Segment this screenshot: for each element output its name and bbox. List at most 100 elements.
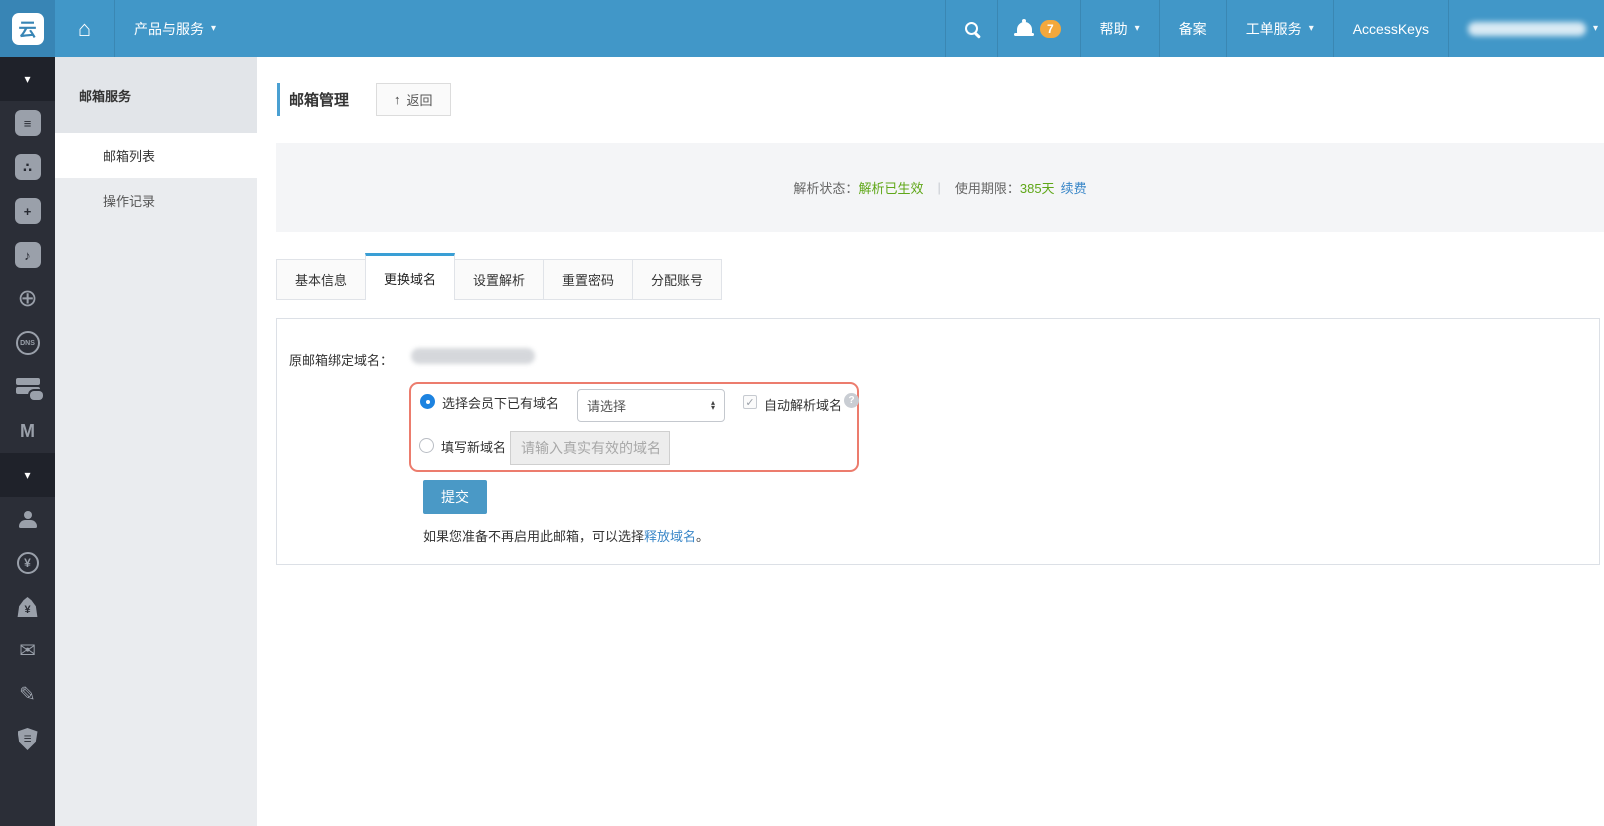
beian-label: 备案 — [1178, 20, 1207, 37]
sidebar-item-messages[interactable]: ✉ — [0, 629, 55, 673]
sidebar-group-toggle-2[interactable]: ▾ — [0, 453, 55, 497]
sidebar-item-funds[interactable]: ¥ — [0, 585, 55, 629]
top-navbar: 云 ⌂ 产品与服务 ▾ 7 帮助 ▾ 备案 工单服务 ▾ AccessKeys — [0, 0, 1604, 57]
blurred-account-name — [1467, 21, 1586, 36]
tab-assign-account[interactable]: 分配账号 — [632, 259, 722, 300]
sidebar-item-storage[interactable] — [0, 365, 55, 409]
product-icon-sidebar: ▾ ≡ ∴ + ♪ ⊕ DNS M ▾ ¥ ¥ ✉ ✎ ☰ — [0, 57, 55, 826]
sidebar-item-scaling[interactable]: + — [0, 189, 55, 233]
sidebar-item-billing[interactable]: ¥ — [0, 541, 55, 585]
accesskeys-label: AccessKeys — [1352, 20, 1429, 37]
cloud-logo-icon: 云 — [11, 12, 44, 45]
blurred-domain-value — [411, 348, 535, 364]
help-question-icon[interactable]: ? — [844, 393, 859, 408]
yuan-icon: ¥ — [16, 552, 39, 574]
domain-select-value: 请选择 — [587, 399, 627, 414]
back-button-label: 返回 — [406, 93, 433, 108]
products-menu-label: 产品与服务 — [134, 20, 204, 37]
home-button[interactable]: ⌂ — [55, 0, 115, 57]
notification-badge: 7 — [1039, 19, 1061, 38]
radio-existing-domain[interactable] — [420, 394, 435, 409]
pencil-icon: ✎ — [19, 684, 36, 706]
user-icon — [18, 510, 37, 528]
brand-logo[interactable]: 云 — [0, 0, 55, 57]
tab-set-resolution[interactable]: 设置解析 — [454, 259, 544, 300]
sidebar-item-network[interactable]: ⊕ — [0, 277, 55, 321]
search-button[interactable] — [944, 0, 997, 57]
chevron-down-icon: ▾ — [24, 72, 31, 86]
secondary-sidebar: 邮箱服务 邮箱列表 操作记录 — [55, 57, 257, 826]
chevron-down-icon: ▾ — [1134, 23, 1140, 34]
tab-bar: 基本信息 更换域名 设置解析 重置密码 分配账号 — [276, 253, 722, 300]
bound-domain-label: 原邮箱绑定域名： — [289, 353, 394, 368]
submit-button[interactable]: 提交 — [423, 480, 487, 514]
hint-text-after: 。 — [696, 529, 710, 544]
renew-link[interactable]: 续费 — [1061, 178, 1087, 197]
sidebar-item-console[interactable]: ≡ — [0, 101, 55, 145]
account-menu[interactable]: ▾ — [1447, 0, 1604, 57]
sidebar-item-mailbox-list[interactable]: 邮箱列表 — [55, 133, 257, 178]
new-domain-input[interactable] — [510, 431, 670, 465]
help-menu-label: 帮助 — [1099, 20, 1128, 37]
search-icon — [964, 22, 978, 35]
release-domain-link[interactable]: 释放域名 — [644, 529, 696, 544]
tab-basic-info[interactable]: 基本信息 — [276, 259, 366, 300]
sidebar-section-header: 邮箱服务 — [55, 57, 257, 133]
sidebar-item-account[interactable] — [0, 497, 55, 541]
sidebar-item-m-product[interactable]: M — [0, 409, 55, 453]
sidebar-item-operation-log[interactable]: 操作记录 — [55, 178, 257, 223]
media-icon: ♪ — [14, 242, 41, 268]
scaling-icon: + — [14, 198, 41, 224]
moneybag-icon: ¥ — [17, 597, 38, 617]
status-bar: 解析状态： 解析已生效 | 使用期限： 385天 续费 — [276, 143, 1604, 232]
account-chevron-icon: ▾ — [1592, 23, 1598, 34]
radio-existing-domain-label: 选择会员下已有域名 — [442, 396, 560, 411]
home-icon: ⌂ — [77, 15, 92, 41]
auto-resolve-label: 自动解析域名 — [764, 398, 843, 413]
notifications-button[interactable]: 7 — [996, 0, 1080, 57]
sidebar-item-security[interactable]: ☰ — [0, 717, 55, 761]
radio-new-domain[interactable] — [419, 438, 434, 453]
sidebar-item-media[interactable]: ♪ — [0, 233, 55, 277]
shield-icon: ☰ — [17, 728, 38, 750]
storage-icon — [15, 378, 43, 400]
status-divider: | — [937, 180, 941, 195]
chevron-down-icon: ▾ — [1308, 23, 1314, 34]
sidebar-group-toggle-1[interactable]: ▾ — [0, 57, 55, 101]
usage-period-label: 使用期限： — [954, 181, 1020, 196]
navbar-right-group: 7 帮助 ▾ 备案 工单服务 ▾ AccessKeys ▾ — [944, 0, 1604, 57]
ticket-service-menu[interactable]: 工单服务 ▾ — [1225, 0, 1333, 57]
beian-link[interactable]: 备案 — [1158, 0, 1226, 57]
globe-icon: ⊕ — [17, 285, 38, 312]
sidebar-item-dns[interactable]: DNS — [0, 321, 55, 365]
radio-new-domain-label: 填写新域名 — [441, 440, 507, 455]
dns-icon: DNS — [15, 331, 40, 355]
accesskeys-link[interactable]: AccessKeys — [1332, 0, 1448, 57]
change-domain-panel: 原邮箱绑定域名： 选择会员下已有域名 请选择 ▴ ▾ ✓ 自动解析域名 ? 填写新… — [276, 318, 1600, 565]
chevron-down-icon: ▾ — [24, 468, 31, 482]
m-product-icon: M — [20, 420, 35, 441]
back-button[interactable]: ↑ 返回 — [376, 83, 451, 116]
page-header: 邮箱管理 ↑ 返回 — [277, 83, 451, 116]
sidebar-item-api[interactable]: ∴ — [0, 145, 55, 189]
select-updown-icon: ▴ ▾ — [710, 397, 715, 412]
bell-icon — [1014, 18, 1035, 36]
share-nodes-icon: ∴ — [14, 154, 41, 180]
check-icon: ✓ — [745, 396, 755, 409]
usage-period-value: 385天 — [1019, 181, 1055, 196]
hint-text-before: 如果您准备不再启用此邮箱，可以选择 — [423, 529, 645, 544]
chevron-down-icon: ▾ — [211, 23, 217, 34]
sidebar-item-edit[interactable]: ✎ — [0, 673, 55, 717]
auto-resolve-checkbox[interactable]: ✓ — [743, 395, 757, 409]
help-menu[interactable]: 帮助 ▾ — [1079, 0, 1159, 57]
products-menu[interactable]: 产品与服务 ▾ — [115, 0, 235, 57]
resolve-status-label: 解析状态： — [793, 181, 859, 196]
tab-reset-password[interactable]: 重置密码 — [543, 259, 633, 300]
arrow-up-icon: ↑ — [394, 92, 401, 107]
ticket-service-label: 工单服务 — [1245, 20, 1302, 37]
console-icon: ≡ — [14, 110, 41, 136]
page-title: 邮箱管理 — [289, 92, 350, 109]
tab-change-domain[interactable]: 更换域名 — [365, 253, 455, 300]
title-accent-bar — [277, 83, 280, 116]
domain-select[interactable]: 请选择 ▴ ▾ — [577, 389, 725, 422]
